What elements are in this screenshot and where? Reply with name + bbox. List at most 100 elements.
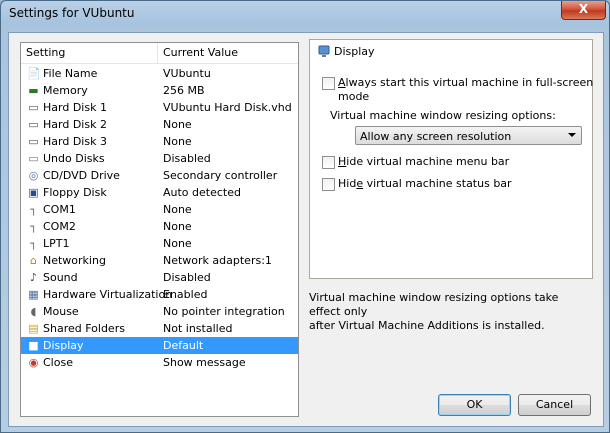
port-icon: ┐ <box>30 203 37 216</box>
display-icon <box>318 45 330 57</box>
settings-list[interactable]: Setting Current Value 📄 File Name VUbuntu ▬… <box>20 42 299 417</box>
ok-button[interactable]: OK <box>438 394 511 416</box>
settings-row-com2[interactable]: ┐ COM2 None <box>21 218 298 235</box>
close-vm-icon: ◉ <box>28 356 39 369</box>
fullscreen-label[interactable]: Always start this virtual machine in ful… <box>338 76 593 89</box>
settings-row-lpt1[interactable]: ┐ LPT1 None <box>21 235 298 252</box>
network-icon: ⌂ <box>30 254 37 267</box>
settings-row-name: Hard Disk 1 <box>43 101 107 114</box>
settings-row-cd-dvd-drive[interactable]: ◎ CD/DVD Drive Secondary controller <box>21 167 298 184</box>
column-divider[interactable] <box>157 43 158 63</box>
settings-row-value: VUbuntu <box>163 67 211 80</box>
port-icon: ┐ <box>30 220 37 233</box>
display-icon: ■ <box>28 339 39 352</box>
display-settings-panel: Display Always start this virtual machin… <box>309 39 593 279</box>
settings-row-floppy-disk[interactable]: ▣ Floppy Disk Auto detected <box>21 184 298 201</box>
settings-row-file-name[interactable]: 📄 File Name VUbuntu <box>21 65 298 82</box>
settings-row-value: None <box>163 237 192 250</box>
settings-row-com1[interactable]: ┐ COM1 None <box>21 201 298 218</box>
settings-row-name: File Name <box>43 67 98 80</box>
chevron-down-icon <box>568 133 576 137</box>
settings-row-networking[interactable]: ⌂ Networking Network adapters:1 <box>21 252 298 269</box>
settings-row-name: Networking <box>43 254 106 267</box>
fullscreen-label-line2[interactable]: mode <box>338 90 369 103</box>
floppy-icon: ▣ <box>28 186 39 199</box>
settings-row-value: Show message <box>163 356 246 369</box>
settings-row-name: Display <box>43 339 84 352</box>
settings-row-memory[interactable]: ▬ Memory 256 MB <box>21 82 298 99</box>
settings-row-value: Default <box>163 339 204 352</box>
settings-row-value: Enabled <box>163 288 208 301</box>
list-header: Setting Current Value <box>21 43 298 64</box>
hide-status-bar-label[interactable]: Hide virtual machine status bar <box>338 177 512 190</box>
settings-window: Settings for VUbuntu X Setting Current V… <box>0 0 610 433</box>
dialog-body: Setting Current Value 📄 File Name VUbuntu ▬… <box>8 32 604 427</box>
settings-row-name: Memory <box>43 84 88 97</box>
resize-note-line2: after Virtual Machine Additions is insta… <box>309 319 545 332</box>
hard-disk-icon: ▭ <box>28 135 39 148</box>
settings-row-name: Mouse <box>43 305 79 318</box>
settings-row-name: Hard Disk 3 <box>43 135 107 148</box>
resize-note: Virtual machine window resizing options … <box>309 291 593 333</box>
settings-row-value: None <box>163 203 192 216</box>
hide-menu-bar-checkbox[interactable] <box>322 156 335 169</box>
resize-options-label: Virtual machine window resizing options: <box>330 109 556 122</box>
settings-row-value: None <box>163 118 192 131</box>
window-close-button[interactable]: X <box>561 1 606 20</box>
resize-options-dropdown[interactable]: Allow any screen resolution <box>355 126 582 145</box>
column-header-value[interactable]: Current Value <box>163 46 238 59</box>
settings-row-name: Floppy Disk <box>43 186 107 199</box>
settings-row-name: Undo Disks <box>43 152 105 165</box>
settings-row-undo-disks[interactable]: ▭ Undo Disks Disabled <box>21 150 298 167</box>
panel-title-text: Display <box>334 45 375 58</box>
settings-row-hardware-virtualization[interactable]: ▦ Hardware Virtualization Enabled <box>21 286 298 303</box>
cancel-button[interactable]: Cancel <box>518 394 591 416</box>
settings-row-name: Sound <box>43 271 78 284</box>
settings-row-shared-folders[interactable]: ▤ Shared Folders Not installed <box>21 320 298 337</box>
port-icon: ┐ <box>30 237 37 250</box>
settings-row-value: None <box>163 135 192 148</box>
fullscreen-checkbox[interactable] <box>322 77 335 90</box>
cd-icon: ◎ <box>28 169 39 182</box>
settings-row-value: No pointer integration <box>163 305 285 318</box>
settings-row-hard-disk-3[interactable]: ▭ Hard Disk 3 None <box>21 133 298 150</box>
settings-row-value: Auto detected <box>163 186 241 199</box>
hide-menu-bar-label[interactable]: Hide virtual machine menu bar <box>338 155 509 168</box>
settings-row-name: COM1 <box>43 203 76 216</box>
settings-row-hard-disk-1[interactable]: ▭ Hard Disk 1 VUbuntu Hard Disk.vhd <box>21 99 298 116</box>
settings-row-value: VUbuntu Hard Disk.vhd <box>163 101 292 114</box>
title-bar[interactable]: Settings for VUbuntu X <box>1 1 610 25</box>
window-title: Settings for VUbuntu <box>9 6 135 20</box>
resize-note-line1: Virtual machine window resizing options … <box>309 291 559 318</box>
resize-options-value: Allow any screen resolution <box>360 130 512 143</box>
sound-icon: ♪ <box>29 271 38 284</box>
hard-disk-icon: ▭ <box>28 101 39 114</box>
settings-row-value: Disabled <box>163 152 211 165</box>
settings-row-hard-disk-2[interactable]: ▭ Hard Disk 2 None <box>21 116 298 133</box>
settings-row-name: Close <box>43 356 73 369</box>
settings-row-name: LPT1 <box>43 237 70 250</box>
settings-row-name: COM2 <box>43 220 76 233</box>
folder-icon: ▤ <box>28 322 39 335</box>
undo-disk-icon: ▭ <box>28 152 39 165</box>
settings-row-display[interactable]: ■ Display Default <box>21 337 298 354</box>
settings-row-name: CD/DVD Drive <box>43 169 120 182</box>
settings-row-name: Shared Folders <box>43 322 125 335</box>
settings-row-sound[interactable]: ♪ Sound Disabled <box>21 269 298 286</box>
settings-row-close[interactable]: ◉ Close Show message <box>21 354 298 371</box>
settings-row-name: Hard Disk 2 <box>43 118 107 131</box>
hardware-icon: ▦ <box>28 288 39 301</box>
settings-row-value: None <box>163 220 192 233</box>
column-header-setting[interactable]: Setting <box>26 46 65 59</box>
hard-disk-icon: ▭ <box>28 118 39 131</box>
settings-row-value: Not installed <box>163 322 233 335</box>
file-icon: 📄 <box>27 67 41 80</box>
settings-row-value: Disabled <box>163 271 211 284</box>
memory-icon: ▬ <box>28 84 39 97</box>
hide-status-bar-checkbox[interactable] <box>322 178 335 191</box>
settings-row-name: Hardware Virtualization <box>43 288 173 301</box>
settings-row-value: Network adapters:1 <box>163 254 272 267</box>
settings-row-mouse[interactable]: ◖ Mouse No pointer integration <box>21 303 298 320</box>
settings-row-value: Secondary controller <box>163 169 278 182</box>
mouse-icon: ◖ <box>30 305 37 318</box>
